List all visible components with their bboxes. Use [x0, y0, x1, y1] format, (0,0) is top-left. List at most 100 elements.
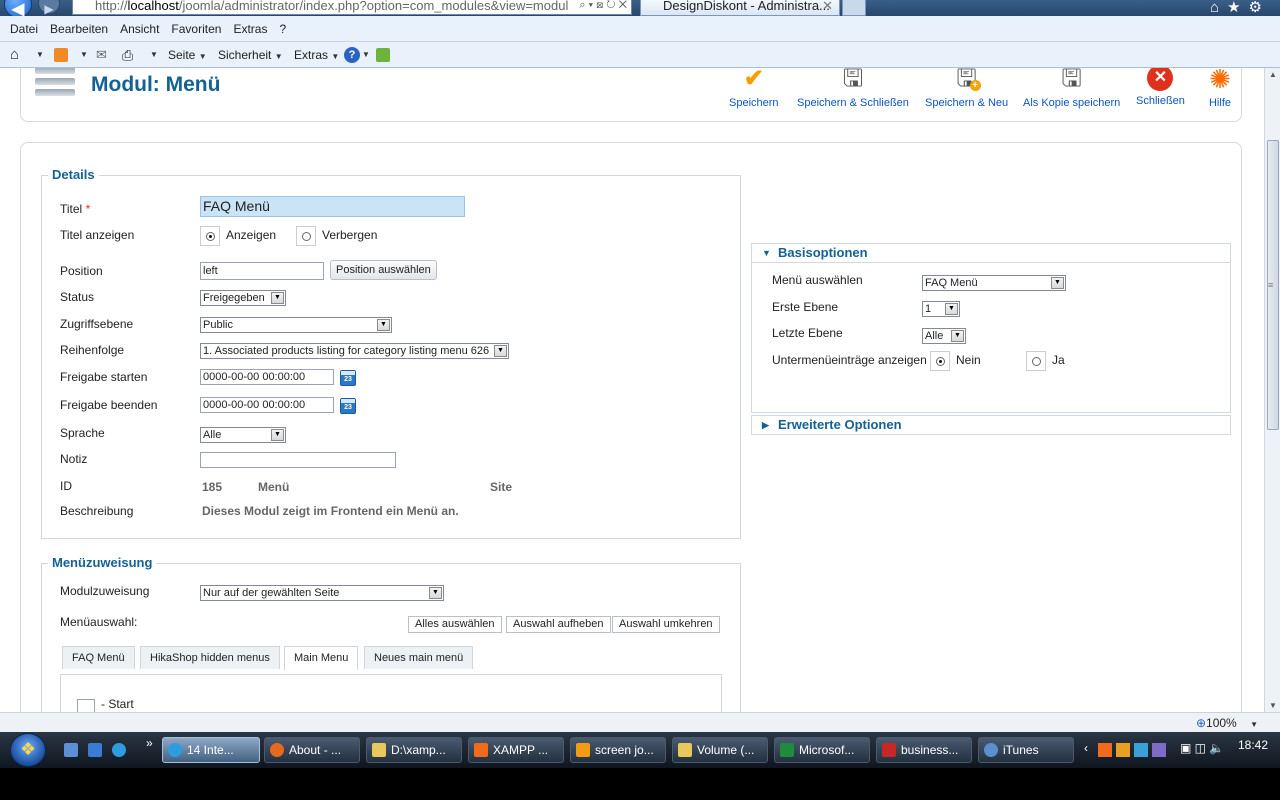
publish-up-input[interactable]: 0000-00-00 00:00:00 — [200, 369, 334, 385]
page-menu[interactable]: Seite ▼ — [168, 46, 207, 64]
new-tab-button[interactable] — [842, 0, 866, 16]
calendar-icon[interactable]: 23 — [340, 398, 356, 414]
task-label: 14 Inte... — [187, 743, 234, 757]
back-arrow-icon[interactable]: ◀ — [4, 0, 32, 16]
ordering-select[interactable]: 1. Associated products listing for categ… — [200, 343, 509, 359]
close-button[interactable]: ✕ Schließen — [1136, 68, 1185, 107]
home-icon[interactable]: ⌂ — [10, 46, 19, 64]
print-icon[interactable]: ⎙ — [122, 46, 133, 64]
submenu-yes-radio[interactable] — [1026, 351, 1046, 371]
task-explorer[interactable]: D:\xamp... — [366, 737, 462, 763]
home-dropdown-icon[interactable]: ▼ — [36, 46, 44, 64]
start-button[interactable] — [10, 733, 46, 767]
address-bar[interactable]: http://localhost/joomla/administrator/in… — [72, 0, 632, 15]
task-illustrator[interactable]: screen jo... — [570, 737, 666, 763]
calendar-icon[interactable]: 23 — [340, 370, 356, 386]
title-input[interactable]: FAQ Menü — [200, 196, 465, 217]
tab-main-menu[interactable]: Main Menu — [284, 646, 359, 670]
save-label: Speichern — [729, 97, 779, 109]
refresh-stop-icons[interactable]: ⌕ ▾ ⊠ ↻ ✕ — [575, 0, 627, 14]
save-copy-button[interactable]: 🖫 Als Kopie speichern — [1023, 68, 1120, 109]
zoom-icon: ⊕ — [1195, 716, 1207, 730]
show-title-radio[interactable] — [200, 226, 220, 246]
select-invert-button[interactable]: Auswahl umkehren — [612, 616, 720, 633]
select-all-button[interactable]: Alles auswählen — [408, 616, 502, 633]
task-itunes[interactable]: iTunes — [978, 737, 1074, 763]
select-position-button[interactable]: Position auswählen — [330, 260, 437, 280]
menu-edit[interactable]: Bearbeiten — [44, 16, 114, 42]
hide-title-option: Verbergen — [322, 228, 378, 242]
tab-new-main-menu[interactable]: Neues main menü — [364, 646, 474, 669]
url-host: localhost — [127, 0, 179, 13]
start-checkbox[interactable] — [77, 699, 95, 712]
page-viewport: Modul: Menü ✔ Speichern 🖫 Speichern & Sc… — [0, 68, 1264, 712]
task-xampp[interactable]: XAMPP ... — [468, 737, 564, 763]
tab-faq-menu[interactable]: FAQ Menü — [62, 646, 135, 669]
menu-favorites[interactable]: Favoriten — [165, 16, 227, 42]
forward-arrow-icon[interactable]: ▶ — [38, 0, 60, 16]
save-close-button[interactable]: 🖫 Speichern & Schließen — [797, 68, 909, 109]
start-level-select[interactable]: 1 ▼ — [922, 301, 960, 317]
xampp-tray-icon[interactable] — [1098, 743, 1112, 757]
zoom-level: 100% — [1206, 716, 1237, 730]
task-internet-explorer[interactable]: 14 Inte... — [162, 737, 260, 763]
tab-hikashop-hidden-menus[interactable]: HikaShop hidden menus — [140, 646, 280, 669]
task-pdf[interactable]: business... — [876, 737, 972, 763]
help-button[interactable]: ✺ Hilfe — [1206, 68, 1234, 109]
internet-explorer-icon[interactable] — [112, 743, 126, 757]
language-select[interactable]: Alle ▼ — [200, 427, 286, 443]
network-volume-icons[interactable]: ▣ ◫ 🔈 — [1180, 741, 1224, 755]
caret-down-icon: ▼ — [762, 248, 771, 258]
floppy-disk-icon: 🖫 — [842, 68, 864, 92]
dropbox-icon[interactable] — [1134, 743, 1148, 757]
tray-expand-icon[interactable]: ‹ — [1084, 741, 1088, 755]
end-level-select[interactable]: Alle ▼ — [922, 328, 966, 344]
switch-windows-icon[interactable] — [88, 743, 102, 757]
task-excel[interactable]: Microsof... — [774, 737, 870, 763]
basic-options-header[interactable]: ▼ Basisoptionen — [751, 243, 1231, 263]
home-favorites-tools-icons[interactable]: ⌂★⚙ — [1210, 0, 1270, 16]
security-menu[interactable]: Sicherheit ▼ — [218, 46, 283, 64]
save-button[interactable]: ✔ Speichern — [729, 68, 779, 109]
menu-tools[interactable]: Extras — [227, 16, 273, 42]
help-icon[interactable]: ? — [344, 47, 360, 63]
feeds-dropdown-icon[interactable]: ▼ — [80, 46, 88, 64]
position-input[interactable]: left — [200, 262, 324, 280]
menu-file[interactable]: Datei — [0, 16, 44, 42]
research-icon[interactable] — [376, 48, 390, 62]
publish-down-input[interactable]: 0000-00-00 00:00:00 — [200, 397, 334, 413]
status-select[interactable]: Freigegeben ▼ — [200, 290, 286, 306]
submenu-no-radio[interactable] — [930, 351, 950, 371]
menu-select[interactable]: FAQ Menü ▼ — [922, 275, 1066, 291]
task-firefox[interactable]: About - ... — [264, 737, 360, 763]
help-dropdown-icon[interactable]: ▼ — [362, 46, 370, 64]
tray-app2-icon[interactable] — [1152, 743, 1166, 757]
language-value: Alle — [203, 429, 222, 441]
advanced-options-header[interactable]: ▶ Erweiterte Optionen — [751, 415, 1231, 435]
extras-menu[interactable]: Extras ▼ — [294, 46, 339, 64]
tray-app-icon[interactable] — [1116, 743, 1130, 757]
browser-tab-active[interactable]: DesignDiskont - Administra... ✕ — [640, 0, 840, 16]
save-new-button[interactable]: 🖫 Speichern & Neu — [925, 68, 1008, 109]
note-input[interactable] — [200, 452, 396, 468]
quicklaunch-more-icon[interactable]: » — [146, 736, 153, 750]
feeds-icon[interactable] — [54, 48, 68, 62]
mail-icon[interactable]: ✉ — [96, 46, 107, 64]
zoom-control[interactable]: ⊕100% ▼ — [1196, 716, 1258, 730]
position-label: Position — [60, 264, 103, 278]
hide-title-radio[interactable] — [296, 226, 316, 246]
scroll-up-icon[interactable]: ▲ — [1269, 70, 1277, 79]
menu-help[interactable]: ? — [273, 16, 292, 42]
show-desktop-icon[interactable] — [64, 743, 78, 757]
vertical-scrollbar[interactable]: ▲ ≡ ▼ — [1264, 68, 1280, 712]
task-volume[interactable]: Volume (... — [672, 737, 768, 763]
access-select[interactable]: Public ▼ — [200, 317, 392, 333]
scroll-down-icon[interactable]: ▼ — [1269, 701, 1277, 710]
show-title-option: Anzeigen — [226, 228, 277, 242]
tab-close-icon[interactable]: ✕ — [822, 0, 833, 14]
assignment-select[interactable]: Nur auf der gewählten Seite ▼ — [200, 585, 444, 601]
menu-view[interactable]: Ansicht — [114, 16, 165, 42]
print-dropdown-icon[interactable]: ▼ — [150, 46, 158, 64]
clock[interactable]: 18:42 — [1238, 738, 1268, 752]
select-none-button[interactable]: Auswahl aufheben — [506, 616, 611, 633]
